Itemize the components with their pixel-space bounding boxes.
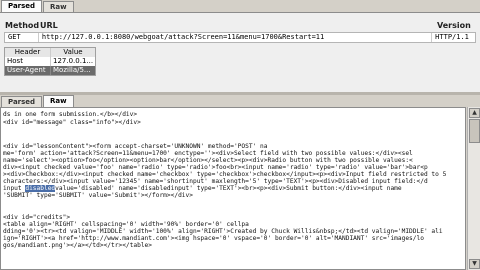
table-row[interactable]: Host 127.0.0.1... xyxy=(5,57,95,66)
tab-raw-response[interactable]: Raw xyxy=(43,95,74,107)
header-value-cell: Mozilla/5... xyxy=(53,66,91,74)
selected-text: disabled xyxy=(25,185,56,192)
code-line: ign='RIGHT'><a href='http://www.mandiant… xyxy=(3,235,424,242)
code-line: ds in one form submission.</b></div> xyxy=(3,111,138,118)
scroll-thumb[interactable] xyxy=(469,119,480,143)
request-panel: Method URL Version GET http://127.0.0.1:… xyxy=(0,12,480,92)
tab-parsed-request[interactable]: Parsed xyxy=(1,0,43,12)
header-table-head: Header Value xyxy=(5,48,95,57)
request-view-tabs: Parsed Raw xyxy=(1,0,75,12)
code-line-with-selection: input disabledvalue='disabled' name='dis… xyxy=(3,185,402,192)
response-raw-text-area[interactable]: ds in one form submission.</b></div> <di… xyxy=(0,107,466,270)
code-line: ><div>Checkbox:</div><input checked name… xyxy=(3,171,447,178)
tab-raw-request[interactable]: Raw xyxy=(43,1,74,12)
value-column-label: Value xyxy=(63,48,83,56)
request-line-row: GET http://127.0.0.1:8080/webgoat/attack… xyxy=(4,32,476,43)
code-line: <div id="lessonContent"><form accept-cha… xyxy=(3,143,268,150)
code-line: <div id="message" class="info"></div> xyxy=(3,119,141,126)
method-field[interactable]: GET xyxy=(5,33,39,42)
scroll-down-icon[interactable]: ▼ xyxy=(469,259,480,269)
code-line: div><input checked value='foo' name='rad… xyxy=(3,164,428,171)
vertical-scrollbar[interactable]: ▲ ▼ xyxy=(467,107,480,270)
code-line: characters:</div><input value='12345' na… xyxy=(3,178,428,185)
method-column-header: Method xyxy=(5,21,40,30)
code-line: dding='0'><tr><td valign='MIDDLE' width=… xyxy=(3,228,443,235)
code-line: <div id="credits"> xyxy=(3,214,71,221)
table-row[interactable]: User-Agent Mozilla/5... xyxy=(5,66,95,75)
code-text: input xyxy=(3,185,26,192)
code-line: 'SUBMIT' type='SUBMIT' value='Submit'></… xyxy=(3,192,193,199)
tab-parsed-response[interactable]: Parsed xyxy=(1,96,43,107)
url-field[interactable]: http://127.0.0.1:8080/webgoat/attack?Scr… xyxy=(39,33,433,42)
code-line: <table align='RIGHT' cellspacing='0' wid… xyxy=(3,221,249,228)
code-line: me='form' action='attack?Screen=11&menu=… xyxy=(3,150,413,157)
code-text: value='disabled' name='disabledinput' ty… xyxy=(55,185,402,192)
version-field[interactable]: HTTP/1.1 xyxy=(432,33,475,42)
header-name-cell: User-Agent xyxy=(5,66,51,75)
header-value-cell: 127.0.0.1... xyxy=(53,57,94,65)
version-column-header: Version xyxy=(437,21,471,30)
header-name-cell: Host xyxy=(5,57,51,66)
url-column-header: URL xyxy=(40,21,58,30)
scroll-up-icon[interactable]: ▲ xyxy=(469,108,480,118)
header-column-label: Header xyxy=(5,48,51,57)
code-line: name='select'><option>foo</option><optio… xyxy=(3,157,413,164)
code-line: gos/mandiant.png'></a></td></tr></table> xyxy=(3,242,153,249)
header-table: Header Value Host 127.0.0.1... User-Agen… xyxy=(4,47,96,76)
response-view-tabs: Parsed Raw xyxy=(1,95,75,107)
